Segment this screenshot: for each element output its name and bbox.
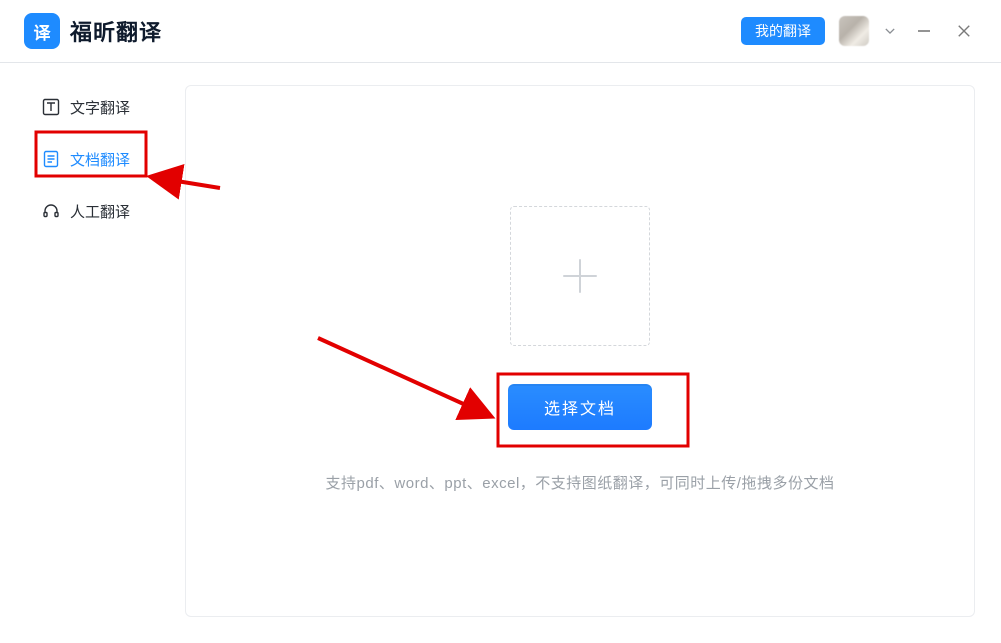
select-document-button[interactable]: 选择文档 [508, 384, 652, 430]
sidebar-item-label: 文字翻译 [70, 97, 130, 118]
sidebar-item-human-translate[interactable]: 人工翻译 [34, 191, 167, 231]
body: 文字翻译 文档翻译 人工翻译 [0, 63, 1001, 643]
sidebar-item-doc-translate[interactable]: 文档翻译 [34, 139, 167, 179]
minimize-button[interactable] [911, 18, 937, 44]
app-logo-icon: 译 [24, 13, 60, 49]
close-button[interactable] [951, 18, 977, 44]
sidebar-item-label: 人工翻译 [70, 201, 130, 222]
app-logo-char: 译 [34, 19, 51, 44]
avatar[interactable] [839, 16, 869, 46]
sidebar-item-label: 文档翻译 [70, 149, 130, 170]
text-icon [42, 98, 60, 116]
plus-icon [556, 252, 604, 300]
document-icon [42, 150, 60, 168]
select-document-label: 选择文档 [544, 401, 616, 418]
headset-icon [42, 202, 60, 220]
my-translation-label: 我的翻译 [755, 21, 811, 41]
chevron-down-icon[interactable] [883, 24, 897, 38]
app-title: 福昕翻译 [70, 15, 162, 47]
upload-hint: 支持pdf、word、ppt、excel，不支持图纸翻译，可同时上传/拖拽多份文… [326, 472, 835, 493]
titlebar: 译 福昕翻译 我的翻译 [0, 0, 1001, 62]
sidebar-item-text-translate[interactable]: 文字翻译 [34, 87, 167, 127]
upload-dropzone[interactable] [510, 206, 650, 346]
content-card: 选择文档 支持pdf、word、ppt、excel，不支持图纸翻译，可同时上传/… [185, 85, 975, 617]
sidebar: 文字翻译 文档翻译 人工翻译 [0, 63, 185, 643]
titlebar-right: 我的翻译 [741, 16, 977, 46]
my-translation-button[interactable]: 我的翻译 [741, 17, 825, 45]
main: 选择文档 支持pdf、word、ppt、excel，不支持图纸翻译，可同时上传/… [185, 63, 1001, 643]
